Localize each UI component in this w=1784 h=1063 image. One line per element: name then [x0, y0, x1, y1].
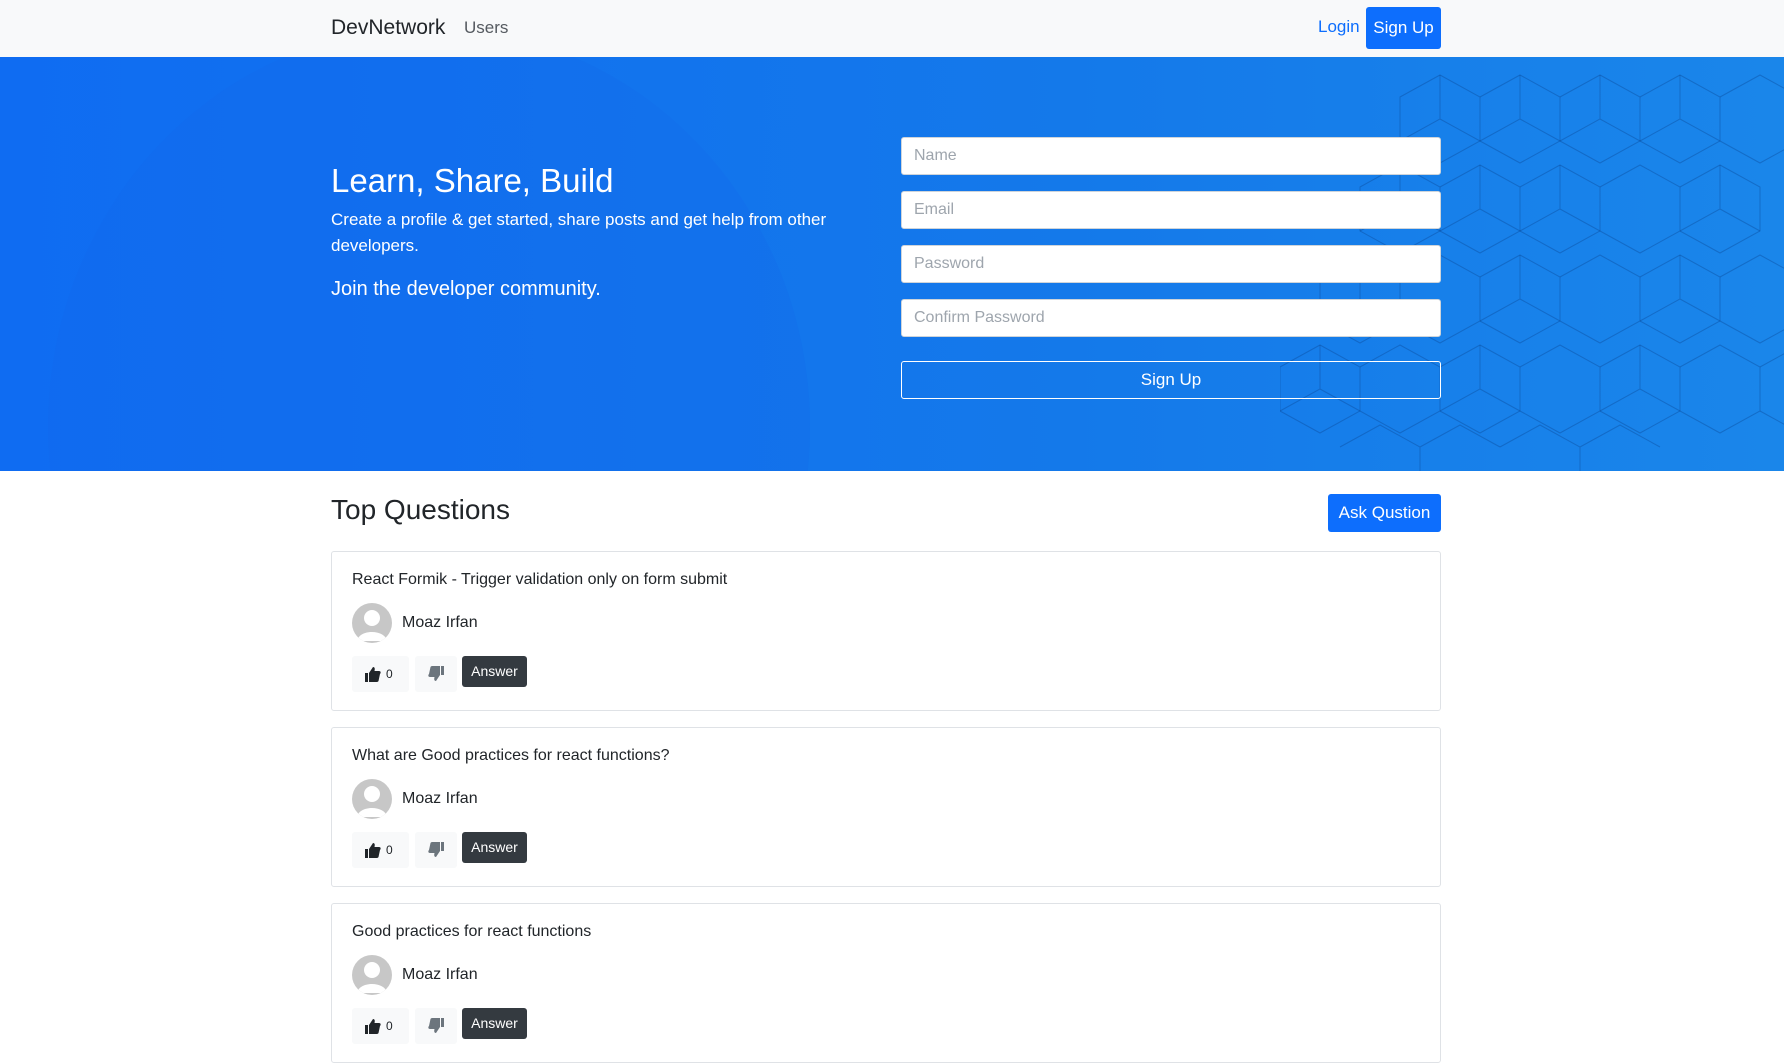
ask-question-button[interactable]: Ask Qustion [1328, 494, 1441, 532]
question-title[interactable]: React Formik - Trigger validation only o… [352, 570, 727, 590]
nav-link-users[interactable]: Users [464, 18, 508, 38]
question-author[interactable]: Moaz Irfan [402, 613, 478, 633]
thumbs-down-icon [428, 666, 444, 681]
question-card: React Formik - Trigger validation only o… [331, 551, 1441, 711]
email-input[interactable] [901, 191, 1441, 229]
thumbs-down-icon [428, 842, 444, 857]
password-input[interactable] [901, 245, 1441, 283]
like-button[interactable]: 0 [352, 1008, 409, 1044]
user-avatar-icon [352, 603, 392, 643]
like-button[interactable]: 0 [352, 832, 409, 868]
dislike-button[interactable] [415, 1008, 457, 1044]
thumbs-down-icon [428, 1018, 444, 1033]
question-card: Good practices for react functions Moaz … [331, 903, 1441, 1063]
hero-title: Learn, Share, Build [331, 162, 614, 199]
like-count: 0 [386, 1019, 393, 1033]
dislike-button[interactable] [415, 656, 457, 692]
section-title: Top Questions [331, 494, 510, 525]
thumbs-up-icon [365, 1019, 381, 1034]
thumbs-up-icon [365, 843, 381, 858]
answer-button[interactable]: Answer [462, 656, 527, 687]
like-count: 0 [386, 667, 393, 681]
signup-submit-button[interactable]: Sign Up [901, 361, 1441, 399]
question-title[interactable]: What are Good practices for react functi… [352, 746, 669, 766]
like-count: 0 [386, 843, 393, 857]
hero-join-text: Join the developer community. [331, 278, 601, 300]
brand-link[interactable]: DevNetwork [331, 15, 445, 41]
user-avatar-icon [352, 779, 392, 819]
dislike-button[interactable] [415, 832, 457, 868]
nav-link-login[interactable]: Login [1318, 17, 1360, 37]
answer-button[interactable]: Answer [462, 1008, 527, 1039]
question-author[interactable]: Moaz Irfan [402, 965, 478, 985]
like-button[interactable]: 0 [352, 656, 409, 692]
question-title[interactable]: Good practices for react functions [352, 922, 591, 942]
hero-background-circle [48, 57, 810, 471]
name-input[interactable] [901, 137, 1441, 175]
top-navbar: DevNetwork Users Login Sign Up [0, 0, 1784, 57]
hero-description: Create a profile & get started, share po… [331, 210, 827, 255]
confirm-password-input[interactable] [901, 299, 1441, 337]
thumbs-up-icon [365, 667, 381, 682]
nav-signup-button[interactable]: Sign Up [1366, 7, 1441, 49]
question-author[interactable]: Moaz Irfan [402, 789, 478, 809]
user-avatar-icon [352, 955, 392, 995]
question-card: What are Good practices for react functi… [331, 727, 1441, 887]
answer-button[interactable]: Answer [462, 832, 527, 863]
hero-section: Learn, Share, Build Create a profile & g… [0, 57, 1784, 471]
